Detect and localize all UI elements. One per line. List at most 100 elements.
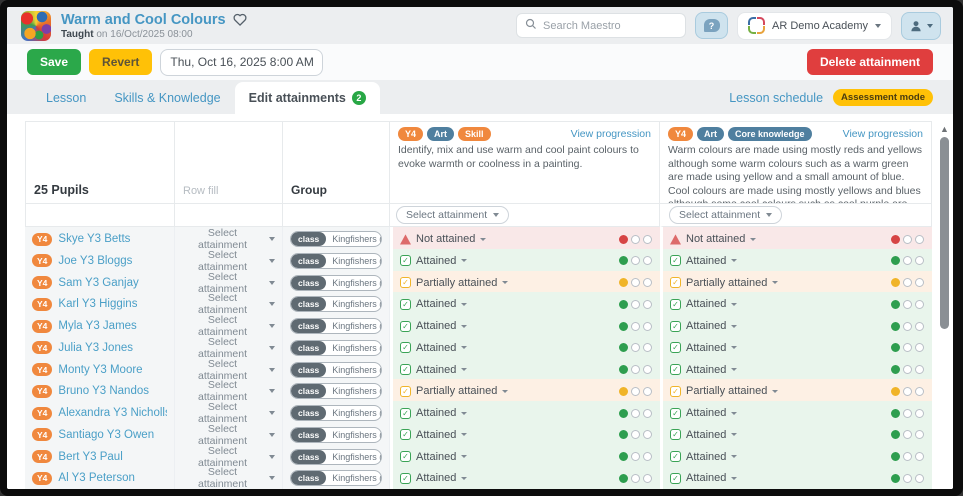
pupil-name-link[interactable]: Monty Y3 Moore — [58, 364, 142, 376]
pupil-name-link[interactable]: Skye Y3 Betts — [58, 233, 130, 245]
level-dot-2[interactable] — [631, 300, 640, 309]
level-dot-3[interactable] — [915, 365, 924, 374]
pupil-name-link[interactable]: Bruno Y3 Nandos — [58, 385, 149, 397]
level-dot-1[interactable] — [619, 256, 628, 265]
delete-attainment-button[interactable]: Delete attainment — [807, 49, 933, 75]
level-dot-1[interactable] — [619, 343, 628, 352]
level-dot-2[interactable] — [903, 322, 912, 331]
attainment-status-dropdown[interactable]: ✓ Attained — [400, 255, 467, 267]
level-dot-3[interactable] — [643, 430, 652, 439]
level-dot-3[interactable] — [643, 387, 652, 396]
level-dot-2[interactable] — [903, 343, 912, 352]
level-dot-3[interactable] — [643, 365, 652, 374]
pupil-name-link[interactable]: Al Y3 Peterson — [58, 472, 135, 484]
attainment-status-dropdown[interactable]: ✓ Attained — [670, 342, 737, 354]
level-dot-2[interactable] — [631, 322, 640, 331]
favourite-heart-icon[interactable] — [233, 13, 247, 26]
attainment-status-dropdown[interactable]: ✓ Attained — [400, 429, 467, 441]
level-dot-3[interactable] — [643, 300, 652, 309]
scroll-up-icon[interactable]: ▲ — [940, 123, 949, 135]
level-dot-1[interactable] — [891, 365, 900, 374]
row-select-attainment-dropdown[interactable]: Select attainment — [182, 336, 275, 360]
datetime-picker[interactable]: Thu, Oct 16, 2025 8:00 AM — [160, 49, 323, 76]
attainment-status-dropdown[interactable]: ✓ Attained — [400, 472, 467, 484]
level-dot-2[interactable] — [631, 409, 640, 418]
level-dot-3[interactable] — [915, 474, 924, 483]
attainment-status-dropdown[interactable]: ✓ Partially attained — [400, 385, 508, 397]
pupil-name-link[interactable]: Sam Y3 Ganjay — [58, 277, 138, 289]
level-dot-3[interactable] — [643, 278, 652, 287]
level-dot-2[interactable] — [631, 430, 640, 439]
level-dot-2[interactable] — [631, 387, 640, 396]
search-input[interactable] — [543, 20, 677, 32]
level-dot-1[interactable] — [891, 322, 900, 331]
level-dot-3[interactable] — [643, 409, 652, 418]
attainment-status-dropdown[interactable]: ✓ Partially attained — [670, 277, 778, 289]
column-select-attainment-dropdown[interactable]: Select attainment — [669, 206, 782, 224]
level-dot-2[interactable] — [903, 430, 912, 439]
pupil-name-link[interactable]: Julia Y3 Jones — [58, 342, 133, 354]
row-select-attainment-dropdown[interactable]: Select attainment — [182, 314, 275, 338]
level-dot-1[interactable] — [891, 452, 900, 461]
view-progression-link[interactable]: View progression — [843, 128, 923, 140]
level-dot-2[interactable] — [903, 278, 912, 287]
save-button[interactable]: Save — [27, 49, 81, 75]
level-dot-3[interactable] — [915, 452, 924, 461]
row-select-attainment-dropdown[interactable]: Select attainment — [182, 271, 275, 295]
attainment-status-dropdown[interactable]: ✓ Partially attained — [670, 385, 778, 397]
user-menu-button[interactable] — [901, 12, 941, 40]
level-dot-1[interactable] — [619, 452, 628, 461]
level-dot-1[interactable] — [891, 409, 900, 418]
attainment-status-dropdown[interactable]: ✓ Attained — [400, 320, 467, 332]
level-dot-2[interactable] — [903, 474, 912, 483]
attainment-status-dropdown[interactable]: ✓ Attained — [400, 342, 467, 354]
level-dot-1[interactable] — [891, 256, 900, 265]
level-dot-3[interactable] — [915, 235, 924, 244]
level-dot-3[interactable] — [915, 322, 924, 331]
level-dot-2[interactable] — [631, 278, 640, 287]
level-dot-1[interactable] — [619, 387, 628, 396]
level-dot-1[interactable] — [619, 300, 628, 309]
help-button[interactable]: ? — [695, 12, 728, 39]
level-dot-2[interactable] — [903, 409, 912, 418]
attainment-status-dropdown[interactable]: ! Not attained — [670, 233, 756, 245]
level-dot-1[interactable] — [619, 365, 628, 374]
level-dot-3[interactable] — [643, 343, 652, 352]
attainment-status-dropdown[interactable]: ✓ Partially attained — [400, 277, 508, 289]
level-dot-1[interactable] — [891, 343, 900, 352]
level-dot-2[interactable] — [631, 343, 640, 352]
tab-lesson[interactable]: Lesson — [32, 82, 100, 114]
row-select-attainment-dropdown[interactable]: Select attainment — [182, 423, 275, 447]
level-dot-3[interactable] — [915, 343, 924, 352]
attainment-status-dropdown[interactable]: ✓ Attained — [670, 364, 737, 376]
table-scrollbar[interactable]: ▲ — [938, 121, 951, 489]
level-dot-2[interactable] — [631, 256, 640, 265]
level-dot-3[interactable] — [643, 322, 652, 331]
level-dot-2[interactable] — [903, 300, 912, 309]
pupil-name-link[interactable]: Joe Y3 Bloggs — [58, 255, 132, 267]
row-select-attainment-dropdown[interactable]: Select attainment — [182, 466, 275, 489]
attainment-status-dropdown[interactable]: ✓ Attained — [400, 451, 467, 463]
level-dot-3[interactable] — [643, 235, 652, 244]
attainment-status-dropdown[interactable]: ✓ Attained — [670, 320, 737, 332]
level-dot-3[interactable] — [915, 409, 924, 418]
level-dot-1[interactable] — [891, 278, 900, 287]
attainment-status-dropdown[interactable]: ✓ Attained — [400, 407, 467, 419]
level-dot-2[interactable] — [631, 452, 640, 461]
level-dot-3[interactable] — [643, 474, 652, 483]
level-dot-1[interactable] — [891, 430, 900, 439]
level-dot-1[interactable] — [891, 235, 900, 244]
level-dot-3[interactable] — [915, 387, 924, 396]
view-progression-link[interactable]: View progression — [571, 128, 651, 140]
level-dot-1[interactable] — [619, 322, 628, 331]
row-select-attainment-dropdown[interactable]: Select attainment — [182, 358, 275, 382]
level-dot-2[interactable] — [631, 474, 640, 483]
level-dot-3[interactable] — [915, 430, 924, 439]
academy-switcher[interactable]: AR Demo Academy — [737, 12, 892, 40]
attainment-status-dropdown[interactable]: ! Not attained — [400, 233, 486, 245]
row-select-attainment-dropdown[interactable]: Select attainment — [182, 445, 275, 469]
level-dot-1[interactable] — [891, 387, 900, 396]
level-dot-2[interactable] — [903, 256, 912, 265]
lesson-schedule-link[interactable]: Lesson schedule — [729, 91, 823, 105]
attainment-status-dropdown[interactable]: ✓ Attained — [670, 429, 737, 441]
